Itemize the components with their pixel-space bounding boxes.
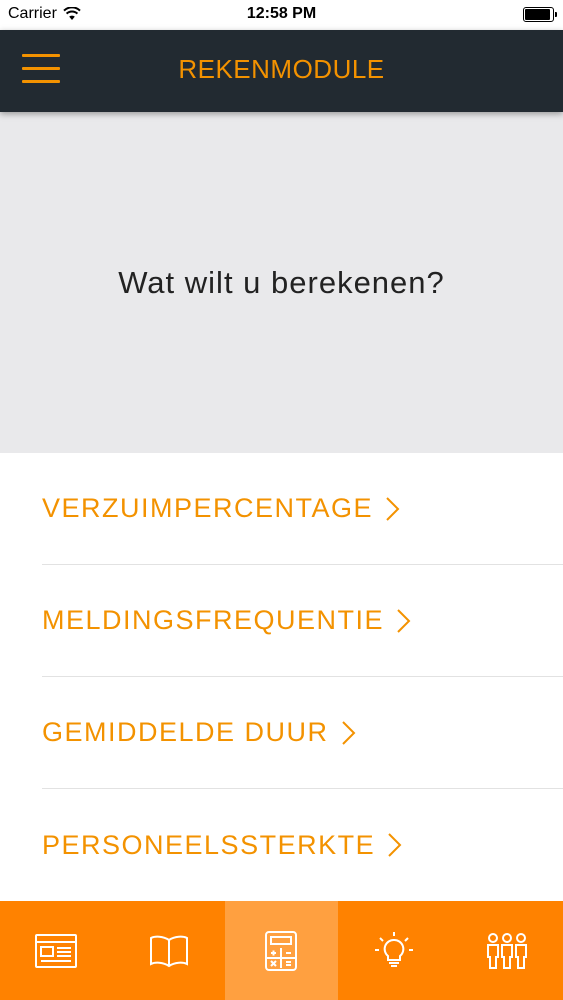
lightbulb-icon — [375, 931, 414, 967]
hero-panel: Wat wilt u berekenen? — [0, 112, 563, 453]
people-icon — [486, 932, 527, 969]
chevron-right-icon — [396, 608, 412, 634]
menu-item-label: VERZUIMPERCENTAGE — [42, 493, 374, 523]
menu-item-personeelssterkte[interactable]: PERSONEELSSTERKTE — [42, 789, 563, 901]
menu-item-label: MELDINGSFREQUENTIE — [42, 605, 385, 635]
menu-item-gemiddelde-duur[interactable]: GEMIDDELDE DUUR — [42, 677, 563, 789]
menu-item-verzuimpercentage[interactable]: VERZUIMPERCENTAGE — [42, 453, 563, 565]
nav-bar: REKENMODULE — [0, 30, 563, 112]
newspaper-icon — [35, 933, 78, 968]
calculation-menu: VERZUIMPERCENTAGE MELDINGSFREQUENTIE GEM… — [0, 453, 563, 901]
menu-item-label: GEMIDDELDE DUUR — [42, 717, 329, 747]
page-title: REKENMODULE — [178, 54, 385, 84]
calculator-icon — [265, 930, 298, 971]
tab-bar — [0, 901, 563, 1000]
battery-icon — [523, 7, 557, 22]
book-icon — [149, 935, 188, 967]
tab-library[interactable] — [112, 901, 226, 1000]
tab-calculator[interactable] — [225, 901, 338, 1000]
tab-news[interactable] — [0, 901, 113, 1000]
hero-question: Wat wilt u berekenen? — [118, 264, 445, 300]
chevron-right-icon — [341, 720, 357, 746]
menu-item-label: PERSONEELSSTERKTE — [42, 829, 376, 860]
status-time: 12:58 PM — [246, 5, 317, 22]
chevron-right-icon — [387, 832, 403, 858]
tab-tips[interactable] — [337, 901, 451, 1000]
status-bar: Carrier 12:58 PM — [0, 0, 563, 30]
battery-fill — [525, 9, 550, 20]
menu-item-meldingsfrequentie[interactable]: MELDINGSFREQUENTIE — [42, 565, 563, 677]
chevron-right-icon — [385, 496, 401, 522]
tab-contacts[interactable] — [450, 901, 563, 1000]
